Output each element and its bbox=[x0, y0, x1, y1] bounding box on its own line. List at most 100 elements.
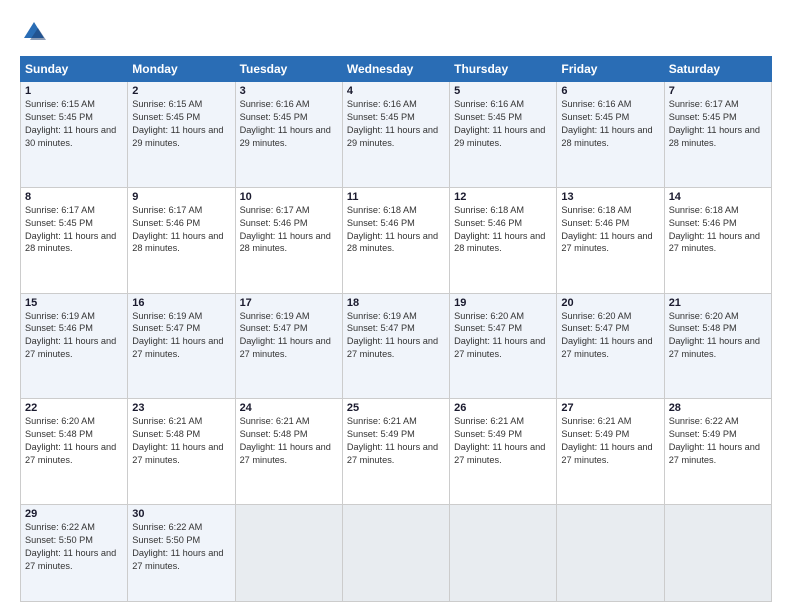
calendar-cell: 8 Sunrise: 6:17 AMSunset: 5:45 PMDayligh… bbox=[21, 187, 128, 293]
calendar-cell bbox=[664, 505, 771, 602]
logo bbox=[20, 18, 50, 46]
calendar-cell: 22 Sunrise: 6:20 AMSunset: 5:48 PMDaylig… bbox=[21, 399, 128, 505]
calendar-cell: 20 Sunrise: 6:20 AMSunset: 5:47 PMDaylig… bbox=[557, 293, 664, 399]
day-number: 1 bbox=[25, 85, 123, 97]
day-number: 13 bbox=[561, 191, 659, 203]
day-info: Sunrise: 6:21 AMSunset: 5:49 PMDaylight:… bbox=[347, 415, 445, 467]
day-info: Sunrise: 6:18 AMSunset: 5:46 PMDaylight:… bbox=[669, 204, 767, 256]
day-info: Sunrise: 6:16 AMSunset: 5:45 PMDaylight:… bbox=[347, 98, 445, 150]
day-number: 18 bbox=[347, 297, 445, 309]
day-info: Sunrise: 6:17 AMSunset: 5:45 PMDaylight:… bbox=[669, 98, 767, 150]
calendar-cell: 1 Sunrise: 6:15 AMSunset: 5:45 PMDayligh… bbox=[21, 82, 128, 188]
calendar-cell bbox=[235, 505, 342, 602]
day-info: Sunrise: 6:21 AMSunset: 5:48 PMDaylight:… bbox=[132, 415, 230, 467]
day-number: 29 bbox=[25, 508, 123, 520]
day-number: 10 bbox=[240, 191, 338, 203]
day-number: 22 bbox=[25, 402, 123, 414]
day-info: Sunrise: 6:19 AMSunset: 5:47 PMDaylight:… bbox=[132, 310, 230, 362]
day-info: Sunrise: 6:19 AMSunset: 5:47 PMDaylight:… bbox=[347, 310, 445, 362]
day-number: 27 bbox=[561, 402, 659, 414]
calendar-cell: 28 Sunrise: 6:22 AMSunset: 5:49 PMDaylig… bbox=[664, 399, 771, 505]
day-info: Sunrise: 6:21 AMSunset: 5:48 PMDaylight:… bbox=[240, 415, 338, 467]
calendar-cell: 17 Sunrise: 6:19 AMSunset: 5:47 PMDaylig… bbox=[235, 293, 342, 399]
day-info: Sunrise: 6:16 AMSunset: 5:45 PMDaylight:… bbox=[240, 98, 338, 150]
weekday-header-row: SundayMondayTuesdayWednesdayThursdayFrid… bbox=[21, 57, 772, 82]
weekday-header-wednesday: Wednesday bbox=[342, 57, 449, 82]
day-info: Sunrise: 6:20 AMSunset: 5:48 PMDaylight:… bbox=[25, 415, 123, 467]
day-number: 8 bbox=[25, 191, 123, 203]
day-number: 6 bbox=[561, 85, 659, 97]
calendar-cell: 12 Sunrise: 6:18 AMSunset: 5:46 PMDaylig… bbox=[450, 187, 557, 293]
calendar-cell: 11 Sunrise: 6:18 AMSunset: 5:46 PMDaylig… bbox=[342, 187, 449, 293]
day-number: 12 bbox=[454, 191, 552, 203]
day-number: 25 bbox=[347, 402, 445, 414]
day-info: Sunrise: 6:22 AMSunset: 5:50 PMDaylight:… bbox=[25, 521, 123, 573]
day-number: 14 bbox=[669, 191, 767, 203]
day-number: 23 bbox=[132, 402, 230, 414]
calendar-cell: 15 Sunrise: 6:19 AMSunset: 5:46 PMDaylig… bbox=[21, 293, 128, 399]
calendar-cell: 16 Sunrise: 6:19 AMSunset: 5:47 PMDaylig… bbox=[128, 293, 235, 399]
calendar-cell: 9 Sunrise: 6:17 AMSunset: 5:46 PMDayligh… bbox=[128, 187, 235, 293]
calendar-cell: 26 Sunrise: 6:21 AMSunset: 5:49 PMDaylig… bbox=[450, 399, 557, 505]
day-info: Sunrise: 6:19 AMSunset: 5:47 PMDaylight:… bbox=[240, 310, 338, 362]
calendar-cell: 29 Sunrise: 6:22 AMSunset: 5:50 PMDaylig… bbox=[21, 505, 128, 602]
day-number: 20 bbox=[561, 297, 659, 309]
day-info: Sunrise: 6:15 AMSunset: 5:45 PMDaylight:… bbox=[25, 98, 123, 150]
day-number: 5 bbox=[454, 85, 552, 97]
day-number: 11 bbox=[347, 191, 445, 203]
day-number: 4 bbox=[347, 85, 445, 97]
day-number: 3 bbox=[240, 85, 338, 97]
calendar-cell: 14 Sunrise: 6:18 AMSunset: 5:46 PMDaylig… bbox=[664, 187, 771, 293]
day-info: Sunrise: 6:22 AMSunset: 5:49 PMDaylight:… bbox=[669, 415, 767, 467]
day-info: Sunrise: 6:20 AMSunset: 5:48 PMDaylight:… bbox=[669, 310, 767, 362]
page: SundayMondayTuesdayWednesdayThursdayFrid… bbox=[0, 0, 792, 612]
day-info: Sunrise: 6:16 AMSunset: 5:45 PMDaylight:… bbox=[561, 98, 659, 150]
header bbox=[20, 18, 772, 46]
day-info: Sunrise: 6:20 AMSunset: 5:47 PMDaylight:… bbox=[561, 310, 659, 362]
weekday-header-tuesday: Tuesday bbox=[235, 57, 342, 82]
day-info: Sunrise: 6:21 AMSunset: 5:49 PMDaylight:… bbox=[561, 415, 659, 467]
day-number: 16 bbox=[132, 297, 230, 309]
logo-icon bbox=[20, 18, 48, 46]
calendar-cell: 21 Sunrise: 6:20 AMSunset: 5:48 PMDaylig… bbox=[664, 293, 771, 399]
day-number: 15 bbox=[25, 297, 123, 309]
day-info: Sunrise: 6:17 AMSunset: 5:46 PMDaylight:… bbox=[132, 204, 230, 256]
calendar-table: SundayMondayTuesdayWednesdayThursdayFrid… bbox=[20, 56, 772, 602]
calendar-cell: 19 Sunrise: 6:20 AMSunset: 5:47 PMDaylig… bbox=[450, 293, 557, 399]
day-number: 26 bbox=[454, 402, 552, 414]
weekday-header-saturday: Saturday bbox=[664, 57, 771, 82]
calendar-cell bbox=[342, 505, 449, 602]
day-number: 24 bbox=[240, 402, 338, 414]
day-number: 7 bbox=[669, 85, 767, 97]
calendar-cell: 18 Sunrise: 6:19 AMSunset: 5:47 PMDaylig… bbox=[342, 293, 449, 399]
calendar-cell: 24 Sunrise: 6:21 AMSunset: 5:48 PMDaylig… bbox=[235, 399, 342, 505]
calendar-cell: 5 Sunrise: 6:16 AMSunset: 5:45 PMDayligh… bbox=[450, 82, 557, 188]
calendar-cell: 3 Sunrise: 6:16 AMSunset: 5:45 PMDayligh… bbox=[235, 82, 342, 188]
day-info: Sunrise: 6:17 AMSunset: 5:46 PMDaylight:… bbox=[240, 204, 338, 256]
calendar-cell: 30 Sunrise: 6:22 AMSunset: 5:50 PMDaylig… bbox=[128, 505, 235, 602]
day-info: Sunrise: 6:19 AMSunset: 5:46 PMDaylight:… bbox=[25, 310, 123, 362]
weekday-header-friday: Friday bbox=[557, 57, 664, 82]
day-number: 28 bbox=[669, 402, 767, 414]
day-number: 17 bbox=[240, 297, 338, 309]
calendar-cell: 13 Sunrise: 6:18 AMSunset: 5:46 PMDaylig… bbox=[557, 187, 664, 293]
calendar-cell: 10 Sunrise: 6:17 AMSunset: 5:46 PMDaylig… bbox=[235, 187, 342, 293]
calendar-cell: 27 Sunrise: 6:21 AMSunset: 5:49 PMDaylig… bbox=[557, 399, 664, 505]
calendar-cell bbox=[450, 505, 557, 602]
calendar-cell: 7 Sunrise: 6:17 AMSunset: 5:45 PMDayligh… bbox=[664, 82, 771, 188]
day-number: 2 bbox=[132, 85, 230, 97]
day-number: 30 bbox=[132, 508, 230, 520]
calendar-cell: 2 Sunrise: 6:15 AMSunset: 5:45 PMDayligh… bbox=[128, 82, 235, 188]
day-info: Sunrise: 6:21 AMSunset: 5:49 PMDaylight:… bbox=[454, 415, 552, 467]
calendar-cell: 6 Sunrise: 6:16 AMSunset: 5:45 PMDayligh… bbox=[557, 82, 664, 188]
calendar-cell: 23 Sunrise: 6:21 AMSunset: 5:48 PMDaylig… bbox=[128, 399, 235, 505]
day-info: Sunrise: 6:17 AMSunset: 5:45 PMDaylight:… bbox=[25, 204, 123, 256]
day-info: Sunrise: 6:20 AMSunset: 5:47 PMDaylight:… bbox=[454, 310, 552, 362]
day-info: Sunrise: 6:18 AMSunset: 5:46 PMDaylight:… bbox=[347, 204, 445, 256]
day-info: Sunrise: 6:16 AMSunset: 5:45 PMDaylight:… bbox=[454, 98, 552, 150]
calendar-cell bbox=[557, 505, 664, 602]
day-info: Sunrise: 6:22 AMSunset: 5:50 PMDaylight:… bbox=[132, 521, 230, 573]
weekday-header-sunday: Sunday bbox=[21, 57, 128, 82]
day-number: 9 bbox=[132, 191, 230, 203]
day-number: 21 bbox=[669, 297, 767, 309]
